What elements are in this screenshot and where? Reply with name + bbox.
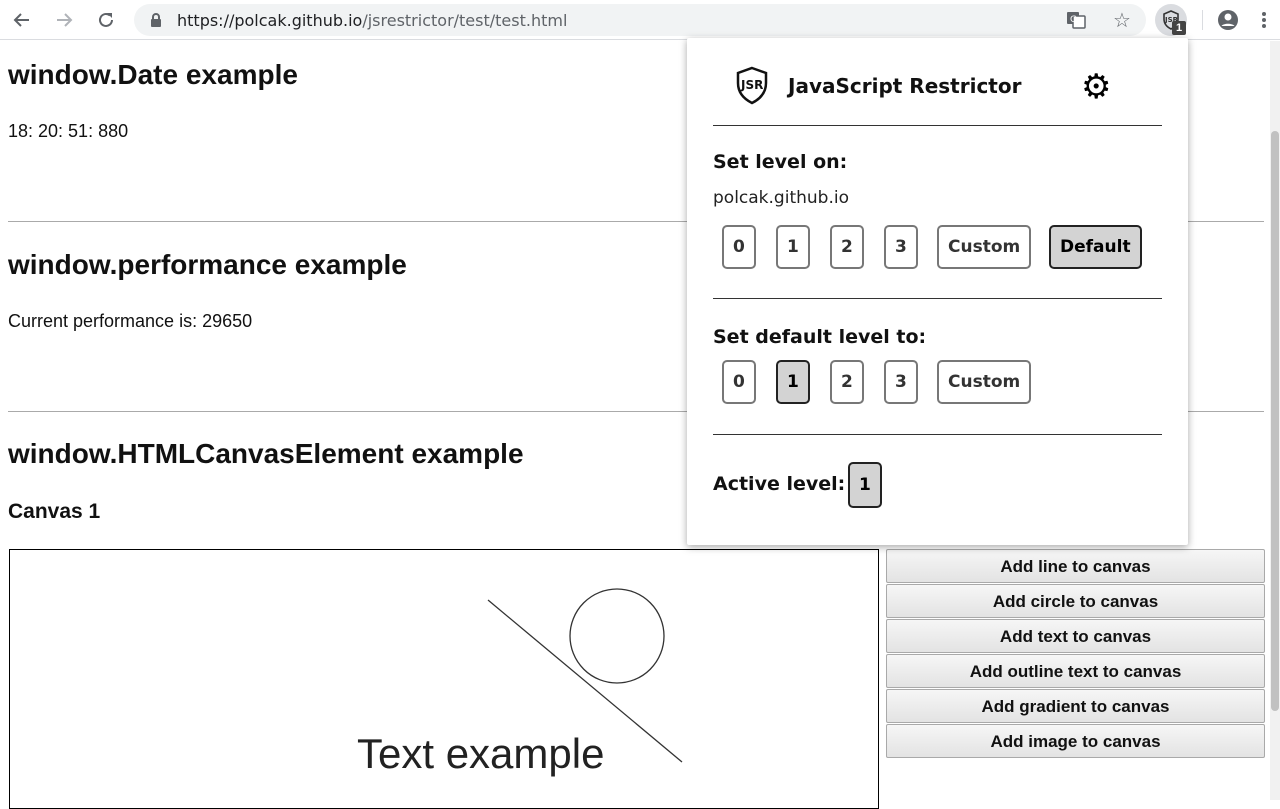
- default-level-2-button[interactable]: 2: [830, 360, 864, 404]
- menu-icon[interactable]: [1248, 4, 1280, 36]
- translate-icon[interactable]: G: [1064, 8, 1088, 32]
- canvas-text: Text example: [357, 730, 604, 777]
- profile-icon[interactable]: [1212, 4, 1244, 36]
- lock-icon: [150, 13, 162, 32]
- jsr-logo-icon: JSR: [732, 65, 772, 109]
- svg-text:G: G: [1070, 15, 1077, 25]
- performance-heading: window.performance example: [8, 249, 407, 280]
- canvas-1[interactable]: Text example: [9, 549, 879, 809]
- popup-title: JavaScript Restrictor: [788, 74, 1022, 98]
- site-level-2-button[interactable]: 2: [830, 225, 864, 269]
- page-scrollbar[interactable]: [1270, 41, 1280, 800]
- url-host: https://polcak.github.io: [177, 11, 363, 30]
- canvas-drawing: Text example: [357, 588, 683, 777]
- performance-text: Current performance is: 29650: [8, 311, 253, 331]
- popup-divider: [713, 298, 1162, 299]
- date-value: 18: 20: 51: 880: [8, 121, 129, 141]
- add-line-button[interactable]: Add line to canvas: [886, 549, 1265, 583]
- default-level-3-button[interactable]: 3: [884, 360, 918, 404]
- site-level-default-button[interactable]: Default: [1049, 225, 1142, 269]
- add-image-button[interactable]: Add image to canvas: [886, 724, 1265, 758]
- popup-divider: [713, 125, 1162, 126]
- add-gradient-button[interactable]: Add gradient to canvas: [886, 689, 1265, 723]
- toolbar-separator: [1202, 10, 1203, 30]
- scrollbar-thumb[interactable]: [1271, 131, 1279, 711]
- site-level-3-button[interactable]: 3: [884, 225, 918, 269]
- site-domain: polcak.github.io: [713, 188, 849, 208]
- default-level-custom-button[interactable]: Custom: [937, 360, 1032, 404]
- default-level-1-button[interactable]: 1: [776, 360, 810, 404]
- back-icon[interactable]: [6, 4, 38, 36]
- date-heading: window.Date example: [8, 59, 298, 90]
- site-level-custom-button[interactable]: Custom: [937, 225, 1032, 269]
- canvas1-heading: Canvas 1: [8, 500, 101, 523]
- add-text-button[interactable]: Add text to canvas: [886, 619, 1265, 653]
- default-level-0-button[interactable]: 0: [722, 360, 756, 404]
- bookmark-star-icon[interactable]: ☆: [1110, 8, 1134, 32]
- url-path: /jsrestrictor/test/test.html: [362, 11, 568, 30]
- browser-toolbar: https://polcak.github.io/jsrestrictor/te…: [0, 0, 1280, 40]
- canvas-circle: [569, 588, 665, 684]
- url-text: https://polcak.github.io/jsrestrictor/te…: [177, 11, 567, 30]
- settings-gear-icon[interactable]: ⚙: [1081, 70, 1111, 104]
- active-level-label: Active level:: [713, 473, 846, 495]
- canvas-heading: window.HTMLCanvasElement example: [8, 438, 524, 469]
- jsr-popup: JSR JavaScript Restrictor ⚙ Set level on…: [687, 38, 1188, 545]
- extension-badge: 1: [1172, 21, 1186, 35]
- address-bar[interactable]: https://polcak.github.io/jsrestrictor/te…: [134, 4, 1146, 36]
- reload-icon[interactable]: [90, 4, 122, 36]
- forward-icon[interactable]: [48, 4, 80, 36]
- jsr-extension-button[interactable]: JSR 1: [1155, 4, 1187, 36]
- set-level-on-label: Set level on:: [713, 151, 848, 173]
- add-outline-text-button[interactable]: Add outline text to canvas: [886, 654, 1265, 688]
- set-default-level-label: Set default level to:: [713, 326, 927, 348]
- add-circle-button[interactable]: Add circle to canvas: [886, 584, 1265, 618]
- active-level-badge: 1: [848, 462, 882, 508]
- site-level-0-button[interactable]: 0: [722, 225, 756, 269]
- popup-divider: [713, 434, 1162, 435]
- site-level-1-button[interactable]: 1: [776, 225, 810, 269]
- canvas-button-list: Add line to canvas Add circle to canvas …: [886, 549, 1265, 759]
- svg-text:JSR: JSR: [740, 78, 763, 92]
